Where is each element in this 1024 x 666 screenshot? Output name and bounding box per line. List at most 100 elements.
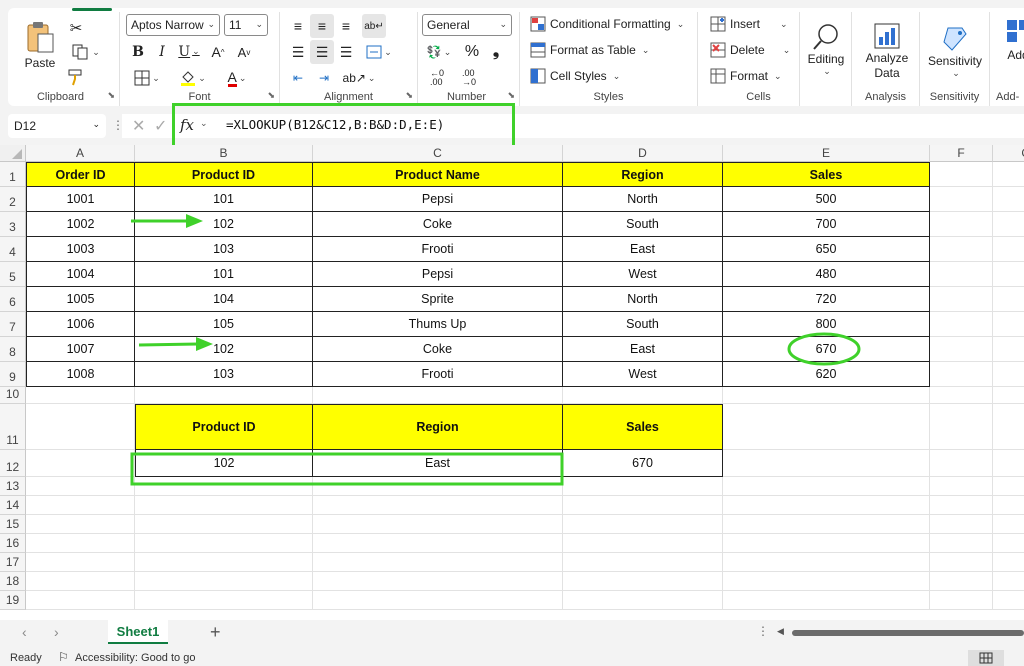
row-header-17[interactable]: 17 xyxy=(0,553,26,572)
align-top-button[interactable]: ≡ xyxy=(288,16,308,36)
table-cell[interactable]: 650 xyxy=(723,237,930,262)
column-header-d[interactable]: D xyxy=(563,145,723,162)
table-cell[interactable]: Frooti xyxy=(313,362,563,387)
table-cell[interactable]: Pepsi xyxy=(313,187,563,212)
table-cell[interactable]: 101 xyxy=(135,262,313,287)
table-cell[interactable]: 670 xyxy=(723,337,930,362)
column-header-b[interactable]: B xyxy=(135,145,313,162)
table-cell[interactable]: East xyxy=(563,337,723,362)
percent-style-button[interactable]: % xyxy=(462,42,482,62)
lookup-value-cell[interactable]: 102 xyxy=(135,450,313,477)
lookup-header-cell[interactable]: Product ID xyxy=(135,404,313,450)
table-cell[interactable]: 800 xyxy=(723,312,930,337)
lookup-header-cell[interactable]: Region xyxy=(313,404,563,450)
format-as-table-button[interactable]: Format as Table ⌄ xyxy=(530,42,649,58)
format-painter-button[interactable] xyxy=(66,67,86,87)
editing-button[interactable]: Editing ⌄ xyxy=(802,14,850,84)
table-cell[interactable]: 1003 xyxy=(26,237,135,262)
table-cell[interactable]: 1005 xyxy=(26,287,135,312)
dialog-launcher-icon[interactable]: ⬊ xyxy=(405,90,413,101)
align-bottom-button[interactable]: ≡ xyxy=(336,16,356,36)
comma-style-button[interactable]: ❟ xyxy=(486,42,506,62)
merge-center-button[interactable]: ⌄ xyxy=(362,42,396,62)
align-center-button[interactable]: ☰ xyxy=(310,40,334,64)
cut-button[interactable]: ✂ xyxy=(66,18,86,38)
row-header-18[interactable]: 18 xyxy=(0,572,26,591)
sheet-tab-sheet1[interactable]: Sheet1 xyxy=(108,620,168,644)
table-cell[interactable]: 1002 xyxy=(26,212,135,237)
tab-options-icon[interactable]: ⋮ xyxy=(757,624,769,638)
table-cell[interactable]: West xyxy=(563,362,723,387)
table-header-cell[interactable]: Sales xyxy=(723,162,930,187)
row-header-11[interactable]: 11 xyxy=(0,404,26,450)
row-header-16[interactable]: 16 xyxy=(0,534,26,553)
scroll-right-icon[interactable]: › xyxy=(54,624,59,640)
paste-button[interactable]: Paste xyxy=(18,16,62,74)
row-header-19[interactable]: 19 xyxy=(0,591,26,610)
row-header-3[interactable]: 3 xyxy=(0,212,26,237)
analyze-data-button[interactable]: Analyze Data xyxy=(858,16,916,86)
row-header-5[interactable]: 5 xyxy=(0,262,26,287)
decrease-decimal-button[interactable]: .00 →0 xyxy=(456,68,482,88)
accounting-format-button[interactable]: 💱 ⌄ xyxy=(424,42,454,62)
cancel-icon[interactable]: ✕ xyxy=(132,116,145,136)
table-cell[interactable]: 480 xyxy=(723,262,930,287)
table-header-cell[interactable]: Product Name xyxy=(313,162,563,187)
fill-color-button[interactable]: ⌄ xyxy=(176,68,210,88)
table-cell[interactable]: Frooti xyxy=(313,237,563,262)
row-header-2[interactable]: 2 xyxy=(0,187,26,212)
decrease-font-button[interactable]: Av xyxy=(234,42,254,62)
table-cell[interactable]: 1006 xyxy=(26,312,135,337)
table-cell[interactable]: West xyxy=(563,262,723,287)
table-cell[interactable]: Pepsi xyxy=(313,262,563,287)
dialog-launcher-icon[interactable]: ⬊ xyxy=(107,90,115,101)
borders-button[interactable]: ⌄ xyxy=(130,68,164,88)
table-cell[interactable]: 102 xyxy=(135,212,313,237)
insert-button[interactable]: Insert ⌄ xyxy=(710,16,788,32)
column-header-g[interactable]: G xyxy=(993,145,1024,162)
table-cell[interactable]: South xyxy=(563,312,723,337)
delete-button[interactable]: Delete ⌄ xyxy=(710,42,790,58)
table-cell[interactable]: 1008 xyxy=(26,362,135,387)
table-header-cell[interactable]: Region xyxy=(563,162,723,187)
row-header-13[interactable]: 13 xyxy=(0,477,26,496)
table-cell[interactable]: 1004 xyxy=(26,262,135,287)
row-header-6[interactable]: 6 xyxy=(0,287,26,312)
table-header-cell[interactable]: Product ID xyxy=(135,162,313,187)
lookup-value-cell[interactable]: East xyxy=(313,450,563,477)
row-header-14[interactable]: 14 xyxy=(0,496,26,515)
number-format-combo[interactable]: General ⌄ xyxy=(422,14,512,36)
conditional-formatting-button[interactable]: Conditional Formatting ⌄ xyxy=(530,16,684,32)
italic-button[interactable]: I xyxy=(154,42,170,62)
bold-button[interactable]: B xyxy=(130,42,146,62)
table-cell[interactable]: 720 xyxy=(723,287,930,312)
table-cell[interactable]: 105 xyxy=(135,312,313,337)
table-cell[interactable]: 1007 xyxy=(26,337,135,362)
row-header-8[interactable]: 8 xyxy=(0,337,26,362)
scroll-left-icon[interactable]: ‹ xyxy=(22,624,27,640)
orientation-button[interactable]: ab↗ ⌄ xyxy=(342,68,376,88)
table-cell[interactable]: Sprite xyxy=(313,287,563,312)
formula-text[interactable]: =XLOOKUP(B12&C12,B:B&D:D,E:E) xyxy=(226,117,444,132)
row-header-15[interactable]: 15 xyxy=(0,515,26,534)
cell-styles-button[interactable]: Cell Styles ⌄ xyxy=(530,68,620,84)
increase-font-button[interactable]: A ^ xyxy=(208,42,228,62)
chevron-down-icon[interactable]: ⌄ xyxy=(200,118,208,129)
lookup-header-cell[interactable]: Sales xyxy=(563,404,723,450)
table-cell[interactable]: Thums Up xyxy=(313,312,563,337)
align-right-button[interactable]: ☰ xyxy=(336,42,356,62)
table-cell[interactable]: 500 xyxy=(723,187,930,212)
table-cell[interactable]: East xyxy=(563,237,723,262)
name-box[interactable]: D12 ⌄ xyxy=(8,114,106,138)
column-header-f[interactable]: F xyxy=(930,145,993,162)
table-cell[interactable]: 104 xyxy=(135,287,313,312)
format-button[interactable]: Format ⌄ xyxy=(710,68,782,84)
table-cell[interactable]: 103 xyxy=(135,362,313,387)
column-header-e[interactable]: E xyxy=(723,145,930,162)
row-header-9[interactable]: 9 xyxy=(0,362,26,387)
table-cell[interactable]: North xyxy=(563,287,723,312)
table-cell[interactable]: 101 xyxy=(135,187,313,212)
table-cell[interactable]: South xyxy=(563,212,723,237)
dialog-launcher-icon[interactable]: ⬊ xyxy=(267,90,275,101)
row-header-10[interactable]: 10 xyxy=(0,387,26,404)
